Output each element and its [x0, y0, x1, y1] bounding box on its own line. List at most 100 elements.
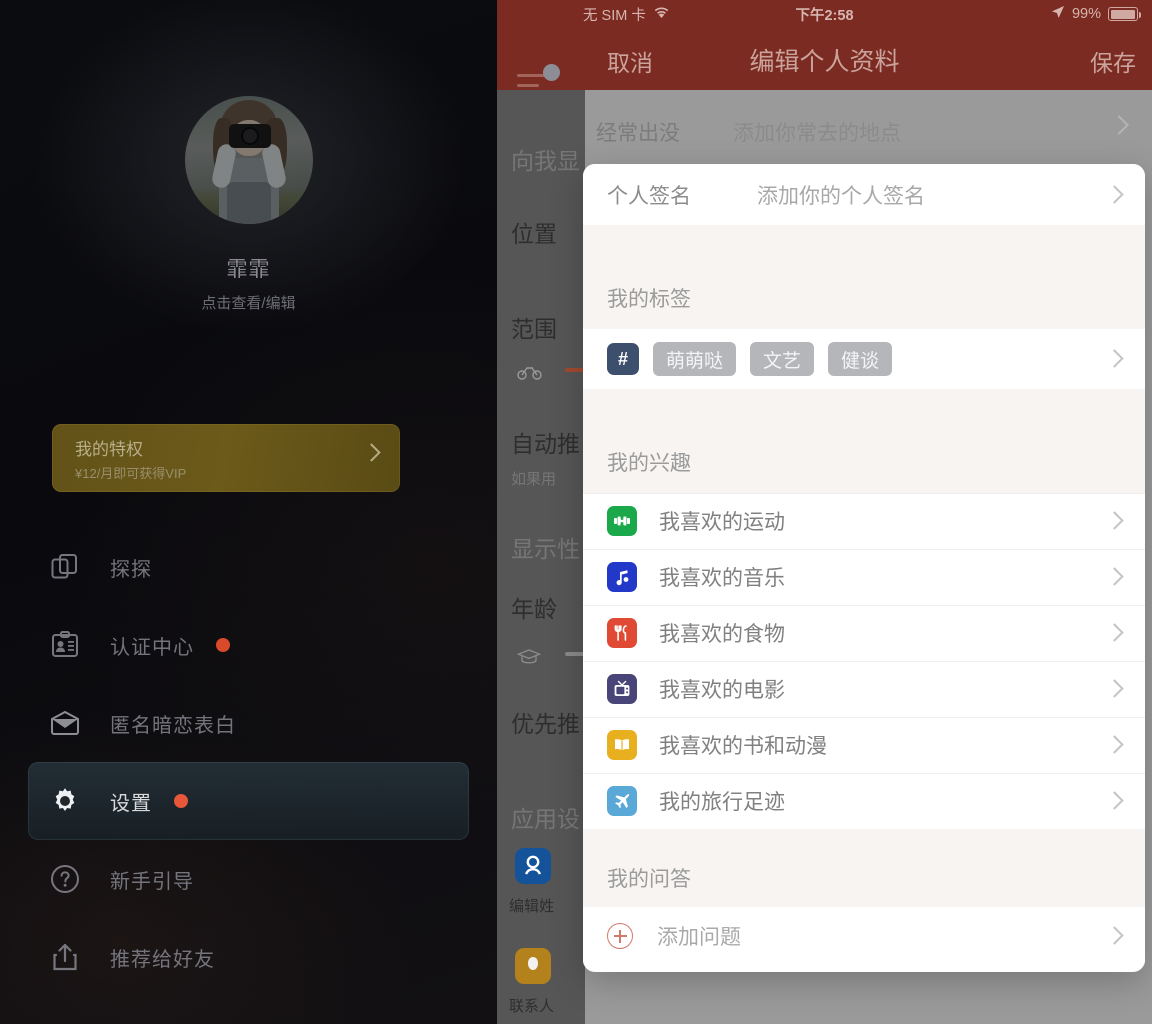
chevron-right-icon — [1105, 184, 1124, 204]
music-note-icon — [607, 562, 637, 592]
drawer-menu: 探探 认证中心 匿名暗恋表白 设置 新手引导 推荐给好友 — [0, 528, 497, 996]
qa-section-heading: 我的问答 — [583, 829, 1145, 907]
signature-label: 个人签名 — [607, 184, 691, 208]
chevron-right-icon — [362, 443, 381, 462]
location-arrow-icon — [1051, 5, 1065, 23]
status-bar: 无 SIM 卡 下午2:58 99% — [497, 0, 1152, 28]
tag-chip[interactable]: 萌萌哒 — [653, 342, 737, 376]
television-icon — [607, 674, 637, 704]
hash-icon: # — [607, 343, 639, 375]
nav-bar: 取消 编辑个人资料 保存 — [497, 28, 1152, 96]
plus-circle-icon — [607, 923, 633, 949]
interest-label: 我喜欢的食物 — [659, 623, 785, 646]
bg-label-auto-push: 自动推 — [511, 431, 580, 457]
interest-row-sports[interactable]: 我喜欢的运动 — [583, 493, 1145, 549]
cards-stack-icon — [42, 547, 88, 587]
tags-section-heading: 我的标签 — [583, 225, 1145, 329]
profile-name: 霏霏 — [226, 258, 271, 281]
chevron-right-icon — [1109, 115, 1129, 135]
user-photo-avatar[interactable] — [184, 96, 313, 224]
graduation-cap-icon — [516, 648, 542, 669]
frequent-places-label: 经常出没 — [596, 122, 680, 145]
vip-card-title: 我的特权 — [75, 440, 143, 459]
interest-row-music[interactable]: 我喜欢的音乐 — [583, 549, 1145, 605]
notification-badge-dot — [216, 638, 230, 652]
bg-label-edit-name: 编辑姓 — [509, 898, 555, 915]
bg-label-range: 范围 — [511, 316, 557, 342]
chevron-right-icon — [1105, 735, 1124, 754]
envelope-icon — [42, 703, 88, 743]
interest-label: 我喜欢的书和动漫 — [659, 735, 827, 758]
signature-value: 添加你的个人签名 — [757, 184, 925, 208]
bicycle-icon — [517, 362, 543, 385]
tags-row[interactable]: # 萌萌哒 文艺 健谈 — [583, 329, 1145, 389]
sidebar-item-verification[interactable]: 认证中心 — [28, 606, 469, 684]
page-title: 编辑个人资料 — [749, 48, 900, 76]
sidebar-item-label: 匿名暗恋表白 — [110, 714, 236, 737]
interests-heading-label: 我的兴趣 — [607, 452, 691, 475]
qa-heading-label: 我的问答 — [607, 868, 691, 891]
share-upload-icon — [42, 937, 88, 977]
sidebar-item-settings[interactable]: 设置 — [28, 762, 469, 840]
profile-edit-modal: 个人签名 添加你的个人签名 我的标签 # 萌萌哒 文艺 健谈 我的兴趣 我喜欢的… — [583, 164, 1145, 972]
sidebar-item-label: 认证中心 — [110, 636, 194, 659]
tag-chip[interactable]: 文艺 — [750, 342, 815, 376]
dumbbell-icon — [607, 506, 637, 536]
add-question-label: 添加问题 — [657, 926, 741, 949]
bg-label-age: 年龄 — [511, 596, 557, 622]
app-screen: 霏霏 点击查看/编辑 我的特权 ¥12/月即可获得VIP 探探 认证中心 匿名暗… — [0, 0, 1152, 1024]
notification-badge-dot — [174, 794, 188, 808]
chevron-right-icon — [1105, 567, 1124, 586]
frequent-places-value: 添加你常去的地点 — [733, 122, 901, 145]
interest-row-books[interactable]: 我喜欢的书和动漫 — [583, 717, 1145, 773]
chevron-right-icon — [1105, 926, 1124, 945]
open-book-icon — [607, 730, 637, 760]
interest-label: 我喜欢的电影 — [659, 679, 785, 702]
interest-row-movies[interactable]: 我喜欢的电影 — [583, 661, 1145, 717]
add-question-row[interactable]: 添加问题 — [583, 907, 1145, 965]
interest-row-travel[interactable]: 我的旅行足迹 — [583, 773, 1145, 829]
chevron-right-icon — [1105, 623, 1124, 642]
phone-panel: 无 SIM 卡 下午2:58 99% 取消 编辑个人资料 保存 经常出没 添加你… — [497, 0, 1152, 1024]
tag-chip[interactable]: 健谈 — [828, 342, 893, 376]
frequent-places-row[interactable]: 经常出没 添加你常去的地点 — [585, 90, 1152, 168]
chevron-right-icon — [1105, 791, 1124, 810]
battery-percent-label: 99% — [1071, 6, 1101, 22]
id-card-icon — [42, 625, 88, 665]
airplane-icon — [607, 786, 637, 816]
contacts-app-icon — [515, 848, 551, 884]
status-right: 99% — [1051, 5, 1141, 23]
sidebar-item-newbie-guide[interactable]: 新手引导 — [28, 840, 469, 918]
interest-row-food[interactable]: 我喜欢的食物 — [583, 605, 1145, 661]
bg-label-show-me: 向我显 — [511, 148, 580, 174]
chevron-right-icon — [1105, 679, 1124, 698]
sidebar-item-label: 推荐给好友 — [110, 948, 215, 971]
save-button[interactable]: 保存 — [1090, 44, 1136, 78]
signature-row[interactable]: 个人签名 添加你的个人签名 — [583, 164, 1145, 225]
vip-card-subtitle: ¥12/月即可获得VIP — [75, 466, 187, 481]
battery-icon — [1108, 7, 1141, 21]
sidebar-item-recommend-friends[interactable]: 推荐给好友 — [28, 918, 469, 996]
interest-label: 我喜欢的音乐 — [659, 567, 785, 590]
bg-label-contacts: 联系人 — [509, 998, 555, 1015]
sidebar-item-label: 探探 — [110, 558, 152, 581]
bg-label-show-gender: 显示性 — [511, 536, 580, 562]
sidebar-item-anonymous-crush[interactable]: 匿名暗恋表白 — [28, 684, 469, 762]
interest-label: 我的旅行足迹 — [659, 791, 785, 814]
sidebar-item-label: 新手引导 — [110, 870, 194, 893]
sidebar-item-label: 设置 — [110, 792, 152, 815]
interest-label: 我喜欢的运动 — [659, 511, 785, 534]
question-circle-icon — [42, 859, 88, 899]
bg-label-priority-push: 优先推 — [511, 711, 580, 737]
gear-icon — [42, 781, 88, 821]
side-drawer: 霏霏 点击查看/编辑 我的特权 ¥12/月即可获得VIP 探探 认证中心 匿名暗… — [0, 0, 497, 1024]
bg-label-location: 位置 — [511, 221, 557, 247]
chevron-right-icon — [1105, 511, 1124, 530]
sidebar-item-tantan[interactable]: 探探 — [28, 528, 469, 606]
tags-heading-label: 我的标签 — [607, 288, 691, 311]
profile-header[interactable]: 霏霏 点击查看/编辑 — [0, 96, 497, 313]
bg-label-app-settings: 应用设 — [511, 806, 580, 832]
vip-privilege-card[interactable]: 我的特权 ¥12/月即可获得VIP — [52, 424, 400, 492]
bg-label-if-user: 如果用 — [511, 471, 557, 488]
chevron-right-icon — [1105, 349, 1124, 368]
